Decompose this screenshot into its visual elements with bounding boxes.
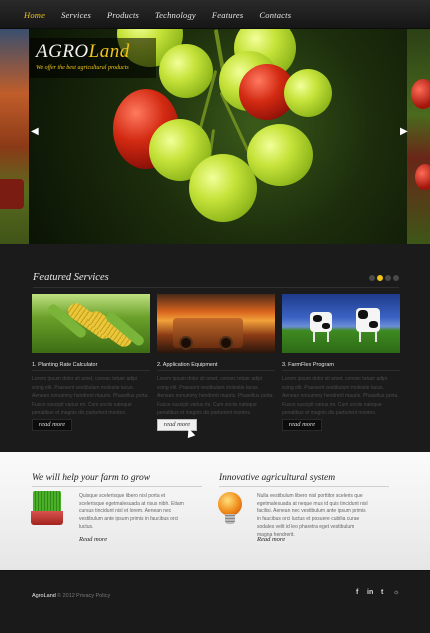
corn-image[interactable]	[32, 294, 150, 353]
divider	[32, 370, 150, 371]
slider-dot[interactable]	[385, 275, 391, 281]
service-card: 1. Planting Rate Calculator Lorem ipsum …	[32, 294, 150, 431]
nav-products[interactable]: Products	[107, 10, 139, 20]
divider	[219, 486, 389, 487]
linkedin-icon[interactable]: in	[367, 589, 373, 596]
service-title[interactable]: 2. Application Equipment	[157, 362, 218, 368]
nav-contacts[interactable]: Contacts	[259, 10, 291, 20]
main-nav: Home Services Products Technology Featur…	[24, 0, 307, 29]
logo-part-land: Land	[88, 41, 130, 62]
rss-icon[interactable]: ☼	[393, 589, 399, 596]
prev-slide-preview[interactable]	[0, 29, 29, 244]
divider	[157, 370, 275, 371]
cows-image[interactable]	[282, 294, 400, 353]
slider-dot[interactable]	[369, 275, 375, 281]
info-text-right: Nulla vestibulum libero nisl porttitor s…	[257, 493, 368, 538]
slider-dots	[369, 275, 401, 281]
nav-home[interactable]: Home	[24, 10, 45, 20]
service-title[interactable]: 1. Planting Rate Calculator	[32, 362, 97, 368]
divider	[32, 486, 202, 487]
info-title-right: Innovative agricultural system	[219, 473, 336, 483]
read-more-button[interactable]: read more	[32, 419, 72, 431]
berry-image	[411, 79, 430, 109]
info-title-left: We will help your farm to grow	[32, 473, 151, 483]
service-card: 2. Application Equipment Lorem ipsum dol…	[157, 294, 275, 431]
footer	[0, 570, 430, 633]
tractor-image	[0, 179, 24, 209]
brand-tagline: We offer the best agricultural products	[36, 65, 129, 71]
nav-technology[interactable]: Technology	[155, 10, 196, 20]
nav-features[interactable]: Features	[212, 10, 244, 20]
service-title[interactable]: 3. FarmFlex Program	[282, 362, 334, 368]
privacy-policy-link[interactable]: Privacy Policy	[76, 593, 110, 599]
twitter-icon[interactable]: t	[381, 589, 383, 596]
footer-copyright: © 2012	[57, 593, 75, 599]
light-bulb-icon	[218, 492, 242, 528]
berry-image	[415, 164, 430, 190]
next-slide-preview[interactable]	[407, 29, 430, 244]
read-more-button[interactable]: read more	[282, 419, 322, 431]
footer-brand[interactable]: AgroLand	[32, 593, 56, 599]
arrow-right-icon[interactable]: ▶	[400, 126, 408, 137]
service-text: Lorem ipsum dolor sit amet, consec tetue…	[32, 376, 149, 416]
service-text: Lorem ipsum dolor sit amet, consec tetue…	[282, 376, 399, 416]
featured-title: Featured Services	[33, 272, 109, 283]
service-text: Lorem ipsum dolor sit amet, consec tetue…	[157, 376, 274, 416]
arrow-left-icon[interactable]: ◀	[31, 126, 39, 137]
service-card: 3. FarmFlex Program Lorem ipsum dolor si…	[282, 294, 400, 431]
slider-dot-active[interactable]	[377, 275, 383, 281]
plant-pot-icon	[31, 491, 63, 525]
brand-box: AGROLand We offer the best agricultural …	[30, 38, 156, 78]
read-more-link[interactable]: Read more	[257, 536, 285, 543]
top-nav-bar: Home Services Products Technology Featur…	[0, 0, 430, 29]
equipment-image[interactable]	[157, 294, 275, 353]
facebook-icon[interactable]: f	[356, 589, 358, 596]
nav-services[interactable]: Services	[61, 10, 91, 20]
slider-dot[interactable]	[393, 275, 399, 281]
divider	[282, 370, 400, 371]
read-more-link[interactable]: Read more	[79, 536, 107, 543]
logo-part-agro: AGRO	[36, 41, 89, 62]
logo[interactable]: AGROLand	[36, 41, 130, 63]
info-text-left: Quisque scelerisque libero nisl porta et…	[79, 493, 184, 530]
divider	[33, 287, 399, 288]
